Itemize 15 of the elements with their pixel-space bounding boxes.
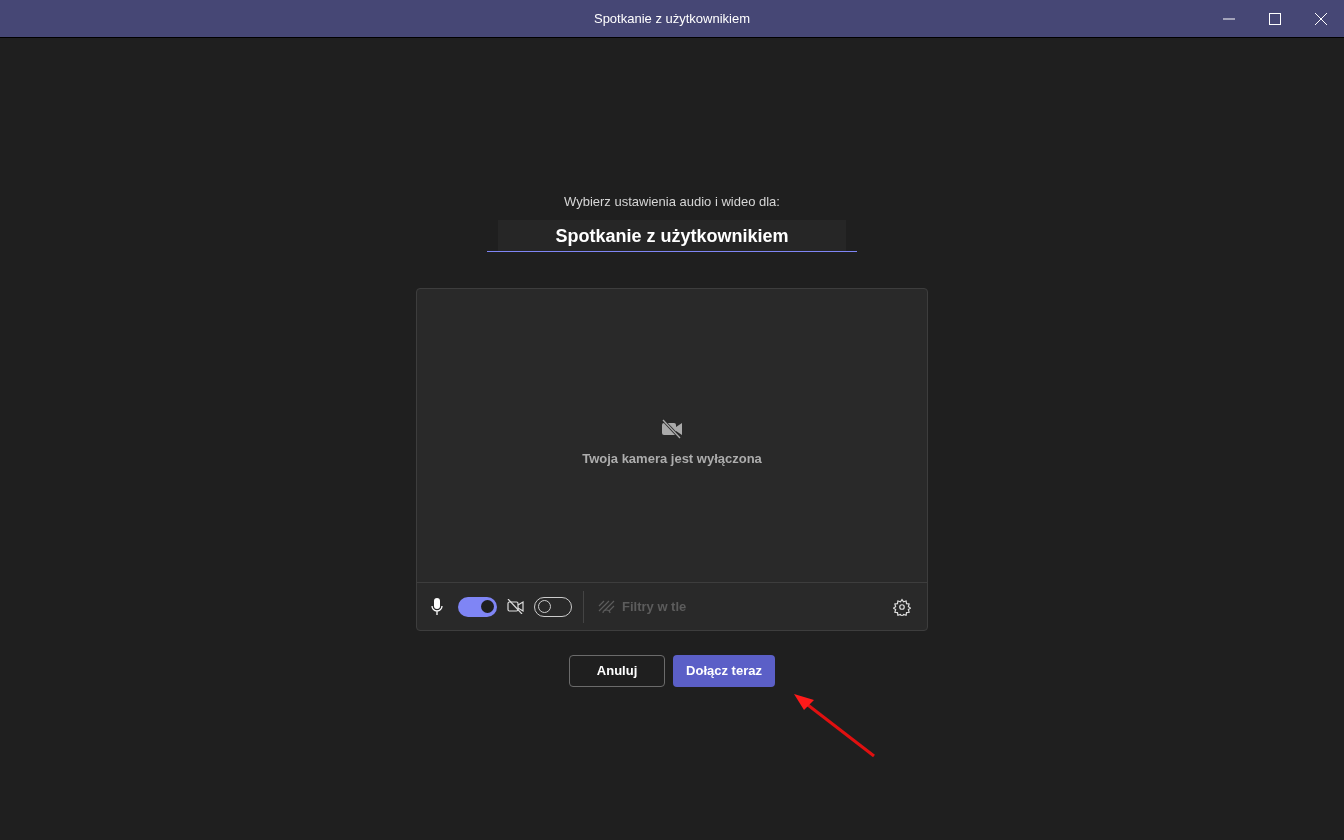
microphone-icon xyxy=(431,598,443,615)
join-button[interactable]: Dołącz teraz xyxy=(673,655,775,687)
window-title: Spotkanie z użytkownikiem xyxy=(593,9,751,28)
prompt-text: Wybierz ustawienia audio i wideo dla: xyxy=(564,193,780,210)
settings-button[interactable] xyxy=(893,597,911,616)
camera-off-icon xyxy=(507,599,524,614)
settings-icon xyxy=(893,597,911,616)
maximize-icon xyxy=(1269,12,1281,25)
microphone-toggle[interactable] xyxy=(458,596,497,617)
background-effects-icon xyxy=(598,599,615,614)
camera-off-icon xyxy=(661,418,683,439)
minimize-icon xyxy=(1223,17,1235,20)
camera-off-message: Twoja kamera jest wyłączona xyxy=(582,449,762,468)
close-icon xyxy=(1315,12,1327,25)
cancel-button[interactable]: Anuluj xyxy=(569,655,666,687)
